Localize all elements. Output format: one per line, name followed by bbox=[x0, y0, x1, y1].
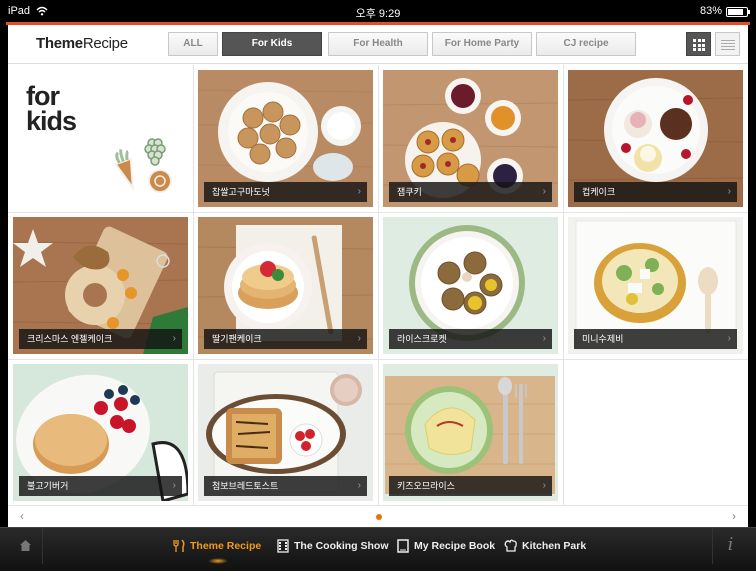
chevron-right-icon: › bbox=[357, 333, 361, 344]
chevron-right-icon: › bbox=[172, 480, 176, 491]
header: ThemeRecipe ALL For Kids For Health For … bbox=[8, 25, 748, 64]
recipe-title: 컵케이크 bbox=[582, 187, 616, 197]
book-icon bbox=[397, 539, 409, 553]
page-control: ‹ › bbox=[8, 505, 748, 527]
chevron-left-icon[interactable]: ‹ bbox=[20, 509, 24, 523]
recipe-title: 첨보브레드토스트 bbox=[212, 481, 279, 491]
chevron-right-icon: › bbox=[357, 480, 361, 491]
chef-hat-icon bbox=[504, 539, 517, 552]
recipe-title: 불고기버거 bbox=[27, 481, 69, 491]
page-indicator-dot bbox=[376, 514, 382, 520]
recipe-title: 미니수제비 bbox=[582, 334, 624, 344]
cookie-illustration bbox=[114, 138, 172, 193]
recipe-grid: for kids 찹쌀고구마도넛 › 잼쿠키 › 컵케이크 › 크리스마스 엔젤… bbox=[8, 65, 748, 505]
recipe-card[interactable]: 키즈오므라이스 › bbox=[383, 364, 558, 501]
status-clock: 오후 9:29 bbox=[355, 8, 401, 20]
tab-for-kids[interactable]: For Kids bbox=[222, 32, 322, 56]
chevron-right-icon: › bbox=[542, 186, 546, 197]
info-button[interactable]: i bbox=[712, 528, 748, 564]
recipe-card[interactable]: 크리스마스 엔젤케이크 › bbox=[13, 217, 188, 354]
recipe-caption: 잼쿠키 › bbox=[389, 182, 552, 202]
chevron-right-icon: › bbox=[172, 333, 176, 344]
chevron-right-icon: › bbox=[542, 480, 546, 491]
recipe-caption: 키즈오므라이스 › bbox=[389, 476, 552, 496]
recipe-title: 라이스크로켓 bbox=[397, 334, 447, 344]
recipe-card[interactable]: 불고기버거 › bbox=[13, 364, 188, 501]
recipe-caption: 딸기팬케이크 › bbox=[204, 329, 367, 349]
tab-for-home-party[interactable]: For Home Party bbox=[432, 32, 532, 56]
nav-label: Kitchen Park bbox=[522, 540, 587, 552]
chevron-right-icon: › bbox=[357, 186, 361, 197]
chevron-right-icon: › bbox=[727, 186, 731, 197]
logo-bold: Theme bbox=[36, 35, 83, 52]
chevron-right-icon: › bbox=[727, 333, 731, 344]
recipe-caption: 불고기버거 › bbox=[19, 476, 182, 496]
recipe-card[interactable]: 컵케이크 › bbox=[568, 70, 743, 207]
recipe-caption: 미니수제비 › bbox=[574, 329, 737, 349]
status-bar: iPad 오후 9:29 83% bbox=[0, 0, 756, 24]
bottom-navigation: Theme Recipe The Cooking Show My Recipe … bbox=[0, 527, 756, 571]
logo-rest: Recipe bbox=[82, 35, 128, 52]
chevron-right-icon: › bbox=[542, 333, 546, 344]
fork-knife-icon bbox=[173, 539, 185, 552]
recipe-caption: 라이스크로켓 › bbox=[389, 329, 552, 349]
nav-label: My Recipe Book bbox=[414, 540, 496, 552]
list-view-button[interactable] bbox=[715, 32, 740, 56]
recipe-card[interactable]: 찹쌀고구마도넛 › bbox=[198, 70, 373, 207]
recipe-caption: 크리스마스 엔젤케이크 › bbox=[19, 329, 182, 349]
recipe-title: 딸기팬케이크 bbox=[212, 334, 262, 344]
recipe-title: 찹쌀고구마도넛 bbox=[212, 187, 270, 197]
battery-icon bbox=[726, 7, 750, 17]
recipe-title: 잼쿠키 bbox=[397, 187, 422, 197]
tab-for-health[interactable]: For Health bbox=[328, 32, 428, 56]
app-logo[interactable]: ThemeRecipe bbox=[36, 35, 128, 52]
list-icon bbox=[721, 40, 735, 50]
nav-label: Theme Recipe bbox=[190, 540, 262, 552]
app-content: ThemeRecipe ALL For Kids For Health For … bbox=[8, 25, 748, 527]
recipe-card[interactable]: 첨보브레드토스트 › bbox=[198, 364, 373, 501]
active-nav-indicator bbox=[208, 558, 228, 564]
recipe-card[interactable]: 잼쿠키 › bbox=[383, 70, 558, 207]
home-button[interactable] bbox=[8, 528, 43, 564]
ipad-screen: iPad 오후 9:29 83% ThemeRecipe ALL For Kid… bbox=[0, 0, 756, 571]
recipe-card[interactable]: 딸기팬케이크 › bbox=[198, 217, 373, 354]
battery-percent: 83% bbox=[699, 5, 722, 17]
recipe-title: 크리스마스 엔젤케이크 bbox=[27, 334, 113, 344]
for-kids-intro: for kids bbox=[8, 65, 193, 212]
recipe-caption: 첨보브레드토스트 › bbox=[204, 476, 367, 496]
tab-all[interactable]: ALL bbox=[168, 32, 218, 56]
grid-view-button[interactable] bbox=[686, 32, 711, 56]
film-icon bbox=[277, 539, 289, 553]
recipe-card[interactable]: 라이스크로켓 › bbox=[383, 217, 558, 354]
recipe-caption: 찹쌀고구마도넛 › bbox=[204, 182, 367, 202]
recipe-card[interactable]: 미니수제비 › bbox=[568, 217, 743, 354]
chevron-right-icon[interactable]: › bbox=[732, 509, 736, 523]
info-icon: i bbox=[727, 534, 734, 555]
intro-title-line2: kids bbox=[26, 106, 77, 136]
tab-cj-recipe[interactable]: CJ recipe bbox=[536, 32, 636, 56]
nav-label: The Cooking Show bbox=[294, 540, 389, 552]
recipe-title: 키즈오므라이스 bbox=[397, 481, 455, 491]
home-icon bbox=[20, 540, 31, 551]
recipe-caption: 컵케이크 › bbox=[574, 182, 737, 202]
grid-icon bbox=[693, 39, 705, 51]
